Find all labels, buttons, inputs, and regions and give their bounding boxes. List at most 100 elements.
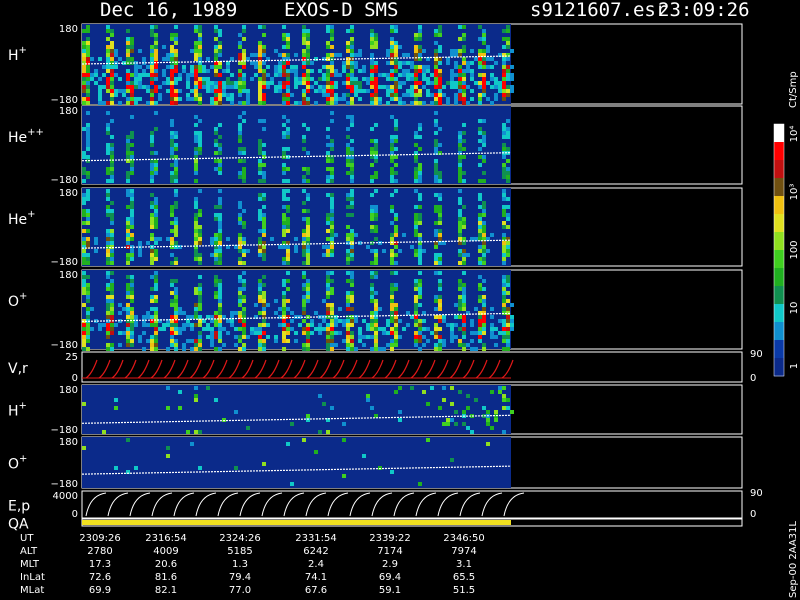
spectrogram-cell	[130, 85, 134, 89]
spectrogram-cell	[154, 171, 158, 175]
spectrogram-cell	[174, 77, 178, 81]
spectrogram-cell	[502, 97, 506, 101]
spectrogram-cell	[502, 93, 506, 97]
spectrogram-cell	[146, 241, 150, 245]
spectrogram-cell	[482, 93, 486, 97]
spectrogram-cell	[330, 175, 334, 179]
spectrogram-cell	[406, 61, 410, 65]
spectrogram-cell	[82, 283, 86, 287]
spectrogram-cell	[414, 229, 418, 233]
spectrogram-cell	[214, 283, 218, 287]
panel-heplus: He+180−180	[8, 187, 743, 268]
spectrogram-cell	[442, 315, 446, 319]
spectrogram-cell	[282, 131, 286, 135]
spectrogram-cell	[110, 283, 114, 287]
spectrogram-cell	[146, 89, 150, 93]
spectrogram-cell	[306, 249, 310, 253]
spectrogram-cell	[370, 287, 374, 291]
spectrogram-cell	[262, 295, 266, 299]
spectrogram-cell	[218, 89, 222, 93]
spectrogram-cell	[410, 386, 414, 390]
spectrogram-cell	[326, 69, 330, 73]
spectrogram-cell	[118, 101, 122, 105]
spectrogram-cell	[198, 135, 202, 139]
spectrogram-fill	[82, 106, 511, 184]
spectrogram-cell	[478, 81, 482, 85]
spectrogram-cell	[302, 97, 306, 101]
spectrogram-cell	[414, 97, 418, 101]
table-cell: 6242	[303, 546, 328, 557]
spectrogram-cell	[218, 135, 222, 139]
spectrogram-cell	[502, 327, 506, 331]
spectrogram-cell	[278, 65, 282, 69]
spectrogram-cell	[258, 163, 262, 167]
spectrogram-cell	[114, 49, 118, 53]
spectrogram-cell	[370, 347, 374, 351]
spectrogram-cell	[442, 339, 446, 343]
spectrogram-cell	[242, 77, 246, 81]
spectrogram-cell	[106, 245, 110, 249]
table-cell: 51.5	[453, 585, 475, 596]
spectrogram-cell	[110, 307, 114, 311]
spectrogram-cell	[198, 77, 202, 81]
spectrogram-cell	[366, 323, 370, 327]
spectrogram-cell	[178, 307, 182, 311]
spectrogram-cell	[490, 426, 494, 430]
spectrogram-cell	[330, 69, 334, 73]
spectrogram-cell	[506, 127, 510, 131]
spectrogram-cell	[286, 307, 290, 311]
spectrogram-cell	[130, 93, 134, 97]
spectrogram-cell	[414, 339, 418, 343]
spectrogram-cell	[310, 77, 314, 81]
spectrogram-cell	[218, 237, 222, 241]
spectrogram-cell	[302, 283, 306, 287]
spectrogram-cell	[374, 69, 378, 73]
spectrogram-cell	[274, 89, 278, 93]
spectrogram-cell	[258, 245, 262, 249]
spectrogram-cell	[150, 339, 154, 343]
spectrogram-cell	[250, 331, 254, 335]
spectrogram-cell	[434, 175, 438, 179]
spectrogram-cell	[126, 69, 130, 73]
spectrogram-cell	[362, 65, 366, 69]
spectrogram-cell	[174, 343, 178, 347]
spectrogram-cell	[478, 93, 482, 97]
spectrogram-cell	[310, 331, 314, 335]
spectrogram-cell	[306, 225, 310, 229]
spectrogram-cell	[438, 339, 442, 343]
spectrogram-cell	[330, 209, 334, 213]
spectrogram-cell	[454, 315, 458, 319]
spectrogram-cell	[186, 85, 190, 89]
spectrogram-cell	[370, 77, 374, 81]
spectrogram-cell	[174, 279, 178, 283]
spectrogram-cell	[150, 151, 154, 155]
spectrogram-cell	[418, 261, 422, 265]
spectrogram-cell	[174, 33, 178, 37]
spectrogram-cell	[126, 287, 130, 291]
spectrogram-cell	[502, 233, 506, 237]
spectrogram-cell	[258, 93, 262, 97]
spectrogram-cell	[390, 327, 394, 331]
spectrogram-cell	[174, 201, 178, 205]
spectrogram-cell	[218, 261, 222, 265]
spectrogram-cell	[270, 77, 274, 81]
spectrogram-cell	[482, 331, 486, 335]
spectrogram-cell	[282, 291, 286, 295]
spectrogram-cell	[174, 229, 178, 233]
spectrogram-cell	[114, 89, 118, 93]
spectrogram-cell	[82, 323, 86, 327]
spectrogram-cell	[238, 53, 242, 57]
spectrogram-cell	[174, 339, 178, 343]
spectrogram-cell	[458, 213, 462, 217]
spectrogram-cell	[206, 323, 210, 327]
spectrogram-cell	[86, 311, 90, 315]
spectrogram-cell	[370, 271, 374, 275]
spectrogram-cell	[374, 213, 378, 217]
spectrogram-cell	[286, 61, 290, 65]
spectrogram-cell	[130, 131, 134, 135]
spectrogram-cell	[458, 81, 462, 85]
spectrogram-cell	[130, 323, 134, 327]
spectrogram-cell	[174, 167, 178, 171]
spectrogram-cell	[350, 197, 354, 201]
spectrogram-cell	[130, 335, 134, 339]
